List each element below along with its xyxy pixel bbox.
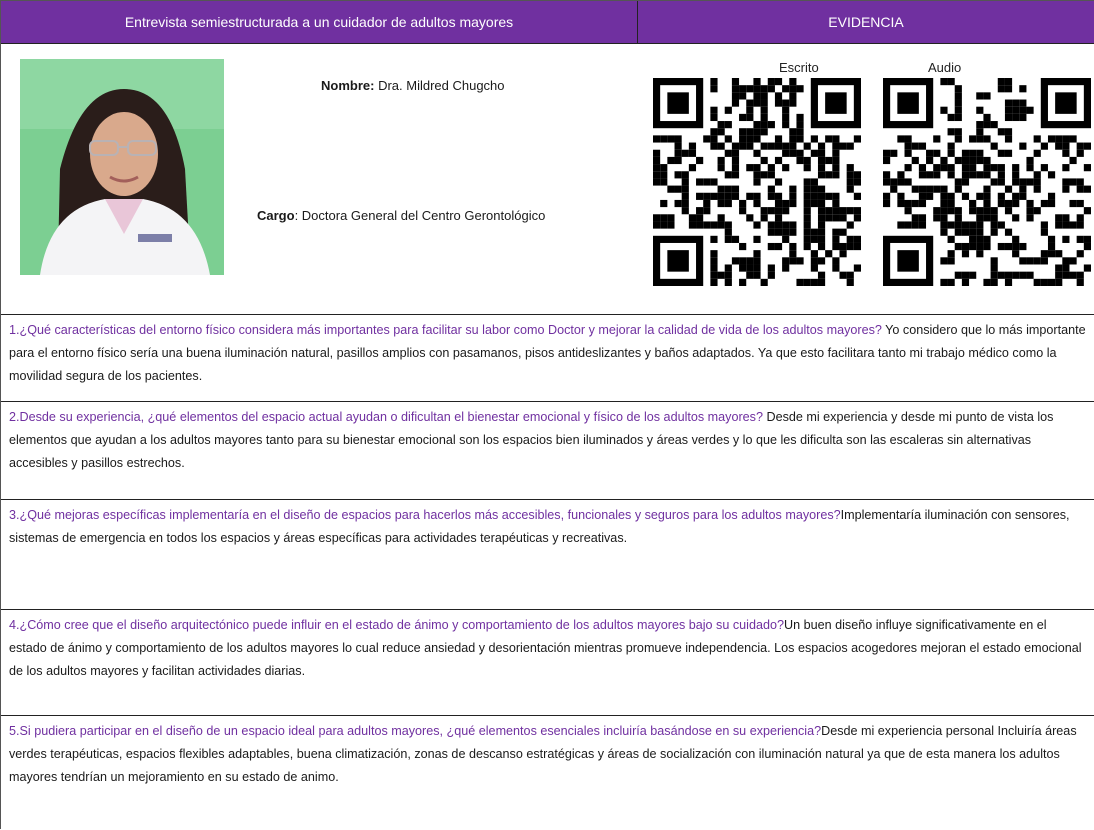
qa-row-2: 2.Desde su experiencia, ¿qué elementos d… xyxy=(1,402,1094,500)
evidence-title: EVIDENCIA xyxy=(828,14,904,30)
qa-row-1: 1.¿Qué características del entorno físic… xyxy=(1,315,1094,402)
question-1: 1.¿Qué características del entorno físic… xyxy=(9,323,882,337)
question-3: 3.¿Qué mejoras específicas implementaría… xyxy=(9,508,841,522)
question-2: 2.Desde su experiencia, ¿qué elementos d… xyxy=(9,410,763,424)
qa-row-5: 5.Si pudiera participar en el diseño de … xyxy=(1,716,1094,830)
cargo-value: : Doctora General del Centro Gerontológi… xyxy=(294,208,546,223)
audio-qr-code[interactable] xyxy=(883,78,1091,286)
table-header: Entrevista semiestructurada a un cuidado… xyxy=(1,1,1094,44)
qa-row-4: 4.¿Cómo cree que el diseño arquitectónic… xyxy=(1,610,1094,716)
cargo-label: Cargo xyxy=(257,208,295,223)
profile-section: Nombre: Dra. Mildred Chugcho Cargo: Doct… xyxy=(1,44,1094,315)
doctor-portrait-image xyxy=(20,59,224,275)
interview-title: Entrevista semiestructurada a un cuidado… xyxy=(1,1,638,43)
written-evidence-label: Escrito xyxy=(779,60,819,75)
name-field: Nombre: Dra. Mildred Chugcho xyxy=(321,78,505,93)
doctor-photo xyxy=(20,59,224,275)
cargo-field: Cargo: Doctora General del Centro Geront… xyxy=(257,208,545,223)
interview-sheet: Entrevista semiestructurada a un cuidado… xyxy=(0,0,1094,829)
question-4: 4.¿Cómo cree que el diseño arquitectónic… xyxy=(9,618,784,632)
written-qr-code[interactable] xyxy=(653,78,861,286)
name-label: Nombre: xyxy=(321,78,375,93)
question-5: 5.Si pudiera participar en el diseño de … xyxy=(9,724,822,738)
audio-evidence-label: Audio xyxy=(928,60,962,75)
qa-row-3: 3.¿Qué mejoras específicas implementaría… xyxy=(1,500,1094,610)
name-value: Dra. Mildred Chugcho xyxy=(374,78,505,93)
